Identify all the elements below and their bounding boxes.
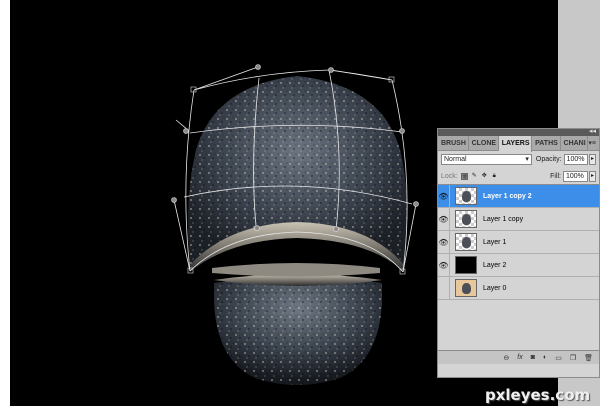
photoshop-workspace: ◂◂ BRUSH CLONE LAYERS PATHS CHANI ▾≡ Nor… — [0, 0, 600, 406]
opacity-slider-icon[interactable]: ▸ — [589, 154, 596, 165]
lock-row: Lock: ▦ ✎ ✥ 🔒︎ Fill: 100% ▸ — [438, 168, 599, 185]
blend-mode-value: Normal — [444, 156, 467, 163]
tab-clone[interactable]: CLONE — [469, 136, 499, 150]
visibility-eye-icon[interactable]: 👁︎ — [438, 207, 450, 231]
trash-icon[interactable]: 🗑︎ — [584, 354, 593, 362]
tab-paths[interactable]: PATHS — [532, 136, 561, 150]
fill-slider-icon[interactable]: ▸ — [589, 171, 596, 182]
tab-brush[interactable]: BRUSH — [438, 136, 469, 150]
lock-all-icon[interactable]: 🔒︎ — [491, 173, 498, 180]
fill-label: Fill: — [550, 173, 561, 180]
blend-mode-select[interactable]: Normal ▾ — [441, 154, 532, 165]
layer-name: Layer 1 copy 2 — [483, 192, 532, 200]
panel-menu-icon[interactable]: ▾≡ — [588, 136, 599, 150]
layers-panel[interactable]: ◂◂ BRUSH CLONE LAYERS PATHS CHANI ▾≡ Nor… — [437, 127, 600, 378]
link-icon[interactable]: ⊖ — [503, 354, 509, 362]
visibility-eye-icon[interactable]: 👁︎ — [438, 276, 450, 300]
layer-row[interactable]: 👁︎ Layer 1 copy 2 — [438, 184, 599, 208]
layer-row[interactable]: 👁︎ Layer 1 copy — [438, 207, 599, 231]
panel-tabs: BRUSH CLONE LAYERS PATHS CHANI ▾≡ — [438, 136, 599, 152]
panel-titlebar[interactable]: ◂◂ — [438, 127, 599, 136]
layer-row[interactable]: 👁︎ Layer 1 — [438, 230, 599, 254]
fx-icon[interactable]: fx — [517, 354, 522, 361]
lock-position-icon[interactable]: ✥ — [481, 173, 488, 180]
visibility-eye-icon[interactable]: 👁︎ — [438, 253, 450, 277]
layer-name: Layer 1 copy — [483, 215, 524, 223]
opacity-input[interactable]: 100% — [563, 154, 589, 165]
layer-thumbnail — [455, 233, 477, 251]
chevron-down-icon: ▾ — [525, 156, 529, 163]
lock-pixels-icon[interactable]: ✎ — [471, 173, 478, 180]
top-dome-layer — [188, 76, 408, 272]
layer-name: Layer 2 — [483, 261, 507, 269]
group-icon[interactable]: ▭ — [555, 354, 562, 362]
fill-input[interactable]: 100% — [563, 171, 588, 182]
lock-transparent-icon[interactable]: ▦ — [460, 173, 468, 180]
lock-label: Lock: — [441, 173, 458, 180]
visibility-eye-icon[interactable]: 👁︎ — [438, 184, 450, 208]
collapse-icon[interactable]: ◂◂ — [589, 127, 596, 135]
visibility-eye-icon[interactable]: 👁︎ — [438, 230, 450, 254]
layer-thumbnail — [455, 210, 477, 228]
layer-row[interactable]: 👁︎ Layer 0 — [438, 276, 599, 300]
opacity-label: Opacity: — [535, 156, 562, 163]
tab-channels[interactable]: CHANI — [561, 136, 589, 150]
bottom-shell-layer — [212, 263, 382, 385]
layer-row[interactable]: 👁︎ Layer 2 — [438, 253, 599, 277]
blend-row: Normal ▾ Opacity: 100% ▸ — [438, 151, 599, 168]
layer-name: Layer 0 — [483, 284, 507, 292]
layer-thumbnail — [455, 279, 477, 297]
tab-layers[interactable]: LAYERS — [498, 136, 533, 152]
layer-name: Layer 1 — [483, 238, 507, 246]
layers-panel-toolbar: ⊖ fx ◙ ◐ ▭ ❐ 🗑︎ — [438, 350, 599, 364]
layer-thumbnail — [455, 256, 477, 274]
adjustment-icon[interactable]: ◐ — [543, 354, 547, 361]
new-layer-icon[interactable]: ❐ — [570, 354, 576, 362]
layers-list: 👁︎ Layer 1 copy 2 👁︎ Layer 1 copy 👁︎ Lay… — [438, 184, 599, 364]
layer-thumbnail — [455, 187, 477, 205]
mask-icon[interactable]: ◙ — [531, 354, 535, 361]
watermark-logo: pxleyes.com — [485, 386, 591, 404]
